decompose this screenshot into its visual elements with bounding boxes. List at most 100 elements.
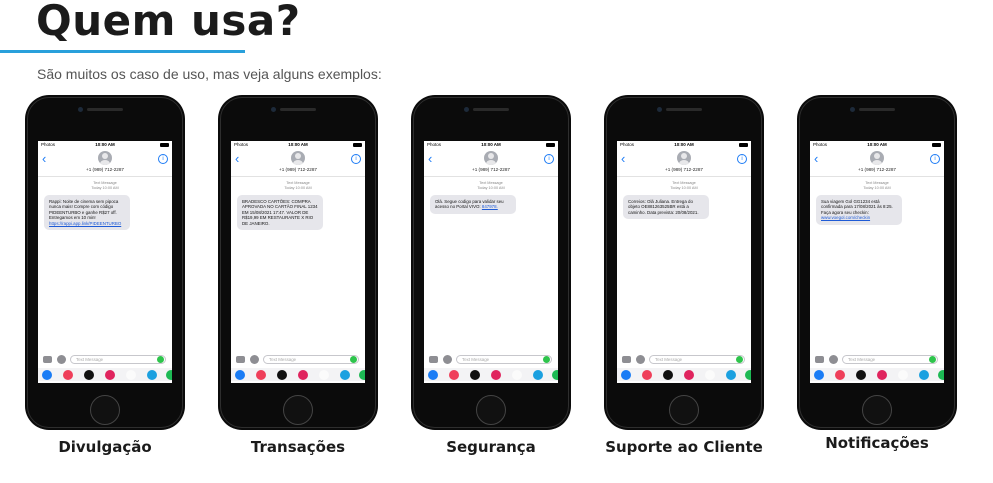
spotify-app-icon[interactable] xyxy=(552,370,558,380)
music-app-icon[interactable] xyxy=(126,370,136,380)
send-icon[interactable] xyxy=(157,356,164,363)
contact-avatar[interactable] xyxy=(291,151,305,165)
send-icon[interactable] xyxy=(350,356,357,363)
apple-pay-app-icon[interactable] xyxy=(84,370,94,380)
appstore-app-icon[interactable] xyxy=(621,370,631,380)
camera-icon[interactable] xyxy=(815,356,824,363)
search-images-app-icon[interactable] xyxy=(63,370,73,380)
message-link[interactable]: www.voegol.com/checkin xyxy=(821,215,870,220)
back-chevron-icon[interactable]: ‹ xyxy=(428,152,432,165)
front-camera-icon xyxy=(850,107,855,112)
info-icon[interactable]: i xyxy=(351,154,361,164)
contact-avatar[interactable] xyxy=(870,151,884,165)
message-input-bar: Text Message xyxy=(617,354,751,366)
music-app-icon[interactable] xyxy=(319,370,329,380)
message-bubble: Olá. Segue codigo para validar seu acess… xyxy=(430,195,516,214)
camera-icon[interactable] xyxy=(236,356,245,363)
venmo-app-icon[interactable] xyxy=(919,370,929,380)
message-input[interactable]: Text Message xyxy=(649,355,745,364)
digital-touch-app-icon[interactable] xyxy=(298,370,308,380)
camera-icon[interactable] xyxy=(622,356,631,363)
message-input[interactable]: Text Message xyxy=(842,355,938,364)
apple-pay-app-icon[interactable] xyxy=(470,370,480,380)
back-chevron-icon[interactable]: ‹ xyxy=(42,152,46,165)
speaker-grille xyxy=(280,108,316,111)
digital-touch-app-icon[interactable] xyxy=(877,370,887,380)
app-store-icon[interactable] xyxy=(443,355,452,364)
venmo-app-icon[interactable] xyxy=(147,370,157,380)
spotify-app-icon[interactable] xyxy=(938,370,944,380)
app-store-icon[interactable] xyxy=(250,355,259,364)
home-button[interactable] xyxy=(283,395,313,425)
app-store-icon[interactable] xyxy=(829,355,838,364)
status-bar: Photos 10:00 AM xyxy=(617,141,751,150)
message-link[interactable]: 847978. xyxy=(482,204,498,209)
status-time: 10:00 AM xyxy=(867,142,887,147)
back-chevron-icon[interactable]: ‹ xyxy=(235,152,239,165)
info-icon[interactable]: i xyxy=(158,154,168,164)
message-bubble: Rappi: Noite de cinema sem pipoca nunca … xyxy=(44,195,130,231)
message-input[interactable]: Text Message xyxy=(456,355,552,364)
page-title: Quem usa? xyxy=(36,0,301,45)
search-images-app-icon[interactable] xyxy=(835,370,845,380)
appstore-app-icon[interactable] xyxy=(428,370,438,380)
apple-pay-app-icon[interactable] xyxy=(663,370,673,380)
home-button[interactable] xyxy=(90,395,120,425)
send-icon[interactable] xyxy=(543,356,550,363)
camera-icon[interactable] xyxy=(43,356,52,363)
phone-mockup-suporte: Photos 10:00 AM ‹ i +1 (989) 712-2287 Te… xyxy=(604,95,764,430)
battery-icon xyxy=(546,143,555,147)
front-camera-icon xyxy=(78,107,83,112)
music-app-icon[interactable] xyxy=(898,370,908,380)
spotify-app-icon[interactable] xyxy=(359,370,365,380)
camera-icon[interactable] xyxy=(429,356,438,363)
message-text: Sua viagem Gol GG1234 está confirmada pa… xyxy=(821,199,893,215)
phone-mockup-notificacoes: Photos 10:00 AM ‹ i +1 (989) 712-2287 Te… xyxy=(797,95,957,430)
search-images-app-icon[interactable] xyxy=(642,370,652,380)
search-images-app-icon[interactable] xyxy=(256,370,266,380)
info-icon[interactable]: i xyxy=(544,154,554,164)
back-chevron-icon[interactable]: ‹ xyxy=(814,152,818,165)
info-icon[interactable]: i xyxy=(737,154,747,164)
app-store-icon[interactable] xyxy=(57,355,66,364)
venmo-app-icon[interactable] xyxy=(533,370,543,380)
spotify-app-icon[interactable] xyxy=(745,370,751,380)
contact-avatar[interactable] xyxy=(677,151,691,165)
venmo-app-icon[interactable] xyxy=(726,370,736,380)
send-icon[interactable] xyxy=(929,356,936,363)
apple-pay-app-icon[interactable] xyxy=(277,370,287,380)
info-icon[interactable]: i xyxy=(930,154,940,164)
message-link[interactable]: https://rappi.app.link/PIDEENTURBO xyxy=(49,221,121,226)
search-images-app-icon[interactable] xyxy=(449,370,459,380)
apple-pay-app-icon[interactable] xyxy=(856,370,866,380)
appstore-app-icon[interactable] xyxy=(42,370,52,380)
appstore-app-icon[interactable] xyxy=(814,370,824,380)
message-input[interactable]: Text Message xyxy=(70,355,166,364)
spotify-app-icon[interactable] xyxy=(166,370,172,380)
status-bar: Photos 10:00 AM xyxy=(231,141,365,150)
digital-touch-app-icon[interactable] xyxy=(105,370,115,380)
digital-touch-app-icon[interactable] xyxy=(491,370,501,380)
send-icon[interactable] xyxy=(736,356,743,363)
message-input[interactable]: Text Message xyxy=(263,355,359,364)
appstore-app-icon[interactable] xyxy=(235,370,245,380)
home-button[interactable] xyxy=(476,395,506,425)
caption-seguranca: Segurança xyxy=(446,438,536,456)
contact-avatar[interactable] xyxy=(484,151,498,165)
music-app-icon[interactable] xyxy=(705,370,715,380)
venmo-app-icon[interactable] xyxy=(340,370,350,380)
status-time: 10:00 AM xyxy=(481,142,501,147)
back-chevron-icon[interactable]: ‹ xyxy=(621,152,625,165)
contact-number: +1 (989) 712-2287 xyxy=(86,167,124,172)
speaker-grille xyxy=(473,108,509,111)
contact-number: +1 (989) 712-2287 xyxy=(472,167,510,172)
message-meta: Text Message Today 10:00 AM xyxy=(670,181,698,190)
digital-touch-app-icon[interactable] xyxy=(684,370,694,380)
conversation-header: ‹ i +1 (989) 712-2287 xyxy=(810,150,944,177)
app-store-icon[interactable] xyxy=(636,355,645,364)
contact-avatar[interactable] xyxy=(98,151,112,165)
message-bubble: Sua viagem Gol GG1234 está confirmada pa… xyxy=(816,195,902,225)
home-button[interactable] xyxy=(862,395,892,425)
music-app-icon[interactable] xyxy=(512,370,522,380)
home-button[interactable] xyxy=(669,395,699,425)
